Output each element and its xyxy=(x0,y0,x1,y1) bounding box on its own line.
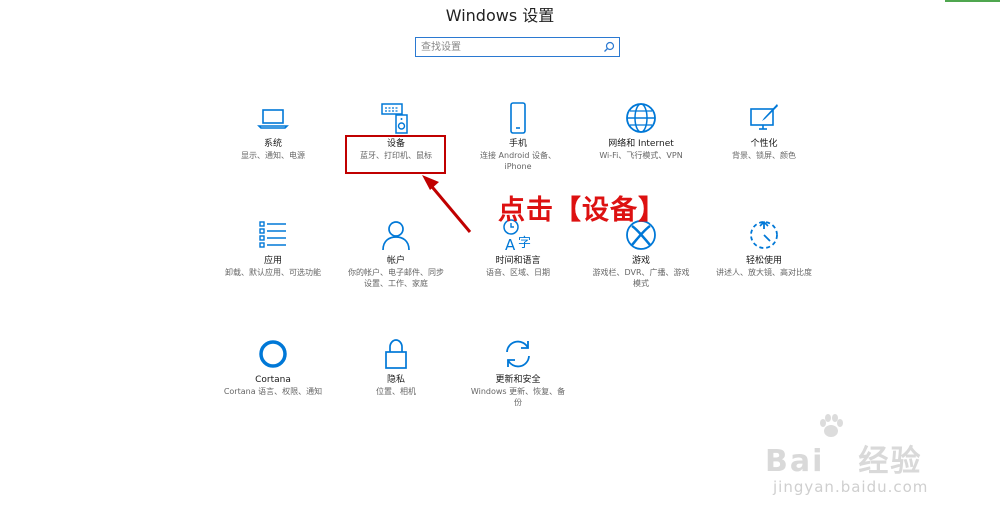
laptop-icon xyxy=(256,101,290,135)
tile-label: 隐私 xyxy=(386,375,405,385)
tile-description: Windows 更新、恢复、备 份 xyxy=(470,387,566,407)
devices-highlight-box xyxy=(345,135,446,174)
tile-label: 轻松使用 xyxy=(745,256,782,266)
person-icon xyxy=(379,218,413,252)
cortana-icon xyxy=(256,337,290,371)
tile-apps[interactable]: 应用 卸载、默认应用、可选功能 xyxy=(218,218,328,278)
tile-label: 应用 xyxy=(263,256,282,266)
page-title: Windows 设置 xyxy=(445,6,555,25)
tile-label: Cortana xyxy=(255,375,291,385)
phone-icon xyxy=(501,101,535,135)
tile-description: 显示、通知、电源 xyxy=(241,151,305,160)
tile-cortana[interactable]: Cortana Cortana 语言、权限、通知 xyxy=(218,337,328,397)
tile-description: 讲述人、放大镜、高对比度 xyxy=(716,268,812,277)
tile-update-security[interactable]: 更新和安全 Windows 更新、恢复、备 份 xyxy=(463,337,573,408)
watermark-url: jingyan.baidu.com xyxy=(773,478,929,496)
tile-label: 帐户 xyxy=(386,256,405,266)
tile-label: 手机 xyxy=(508,139,527,149)
lock-icon xyxy=(379,337,413,371)
tile-description: 你的帐户、电子邮件、同步 设置、工作、家庭 xyxy=(348,268,444,288)
list-icon xyxy=(256,218,290,252)
paint-icon xyxy=(747,101,781,135)
tile-description: 背景、锁屏、颜色 xyxy=(732,151,796,160)
tile-network[interactable]: 网络和 Internet Wi-Fi、飞行模式、VPN xyxy=(586,101,696,161)
watermark-brand: Bai 经验 xyxy=(765,444,923,479)
tile-description: 位置、相机 xyxy=(376,387,416,396)
sync-icon xyxy=(501,337,535,371)
tile-label: 系统 xyxy=(263,139,282,149)
tile-label: 网络和 Internet xyxy=(608,139,674,149)
tile-label: 游戏 xyxy=(631,256,650,266)
tile-privacy[interactable]: 隐私 位置、相机 xyxy=(341,337,451,397)
tile-ease-of-access[interactable]: 轻松使用 讲述人、放大镜、高对比度 xyxy=(709,218,819,278)
pointer-arrow-icon xyxy=(422,175,472,233)
tile-description: 语音、区域、日期 xyxy=(486,268,550,277)
tile-description: Wi-Fi、飞行模式、VPN xyxy=(599,151,683,160)
tile-system[interactable]: 系统 显示、通知、电源 xyxy=(218,101,328,161)
tile-description: 游戏栏、DVR、广播、游戏 模式 xyxy=(592,268,690,288)
search-box[interactable] xyxy=(415,37,620,57)
tile-phone[interactable]: 手机 连接 Android 设备、 iPhone xyxy=(463,101,573,172)
globe-icon xyxy=(624,101,658,135)
tile-description: 连接 Android 设备、 iPhone xyxy=(479,151,556,171)
tile-description: 卸载、默认应用、可选功能 xyxy=(225,268,321,277)
tile-description: Cortana 语言、权限、通知 xyxy=(223,387,323,396)
tile-gaming[interactable]: 游戏 游戏栏、DVR、广播、游戏 模式 xyxy=(586,218,696,289)
tile-label: 个性化 xyxy=(750,139,778,149)
click-devices-annotation: 点击【设备】 xyxy=(498,195,666,226)
tile-personalization[interactable]: 个性化 背景、锁屏、颜色 xyxy=(709,101,819,161)
search-input[interactable] xyxy=(421,40,601,54)
svg-text:A: A xyxy=(505,236,516,252)
keyboard-speaker-icon xyxy=(379,101,413,135)
ease-of-access-icon xyxy=(747,218,781,252)
baidu-jingyan-watermark: Bai 经验 jingyan.baidu.com xyxy=(765,412,950,512)
search-icon[interactable] xyxy=(603,41,615,53)
svg-text:字: 字 xyxy=(518,236,531,251)
tile-label: 时间和语言 xyxy=(495,256,541,266)
tile-label: 更新和安全 xyxy=(495,375,541,385)
